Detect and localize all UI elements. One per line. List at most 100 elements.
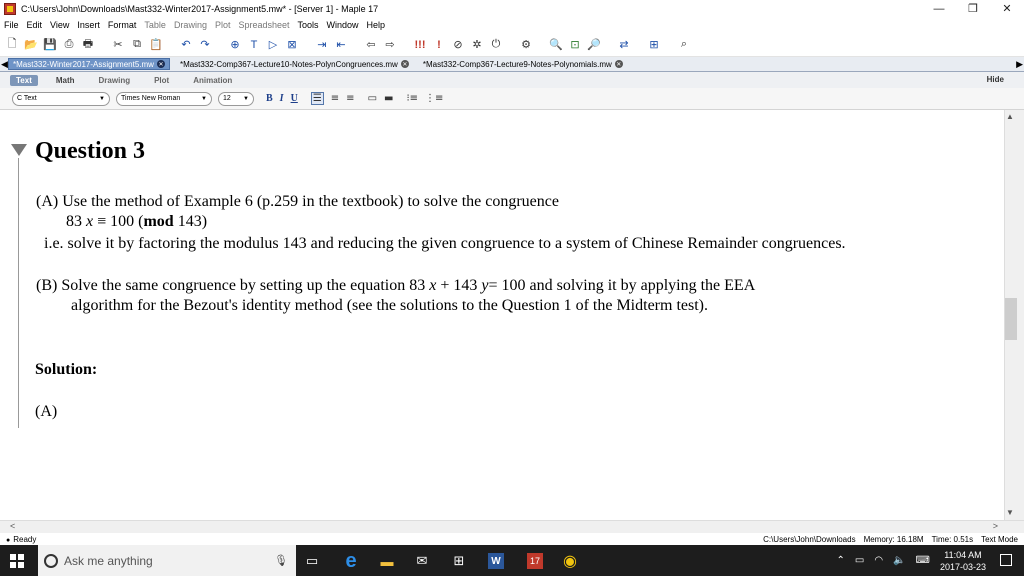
menu-drawing[interactable]: Drawing xyxy=(174,20,207,30)
zoom-100-icon[interactable]: ⊡ xyxy=(567,37,583,53)
close-tab-icon[interactable]: ✕ xyxy=(614,60,623,68)
close-tab-icon[interactable]: ✕ xyxy=(156,60,165,68)
menu-insert[interactable]: Insert xyxy=(77,20,100,30)
style-dropdown[interactable]: C Text ▼ xyxy=(12,91,110,106)
zoom-in-icon[interactable]: 🔍 xyxy=(548,37,564,53)
chevron-up-icon[interactable]: ⌃ xyxy=(836,555,844,566)
menu-spreadsheet[interactable]: Spreadsheet xyxy=(238,20,289,30)
file-explorer-icon[interactable]: ▬ xyxy=(379,553,395,569)
zoom-out-icon[interactable]: 🔎 xyxy=(586,37,602,53)
execute-all-icon[interactable]: !!! xyxy=(412,37,428,53)
close-tab-icon[interactable]: ✕ xyxy=(400,60,409,68)
battery-icon[interactable]: ▭ xyxy=(855,555,864,566)
text-color-icon[interactable]: ▬ xyxy=(384,93,393,104)
horizontal-scrollbar[interactable]: < > xyxy=(0,520,1024,533)
minimize-button[interactable]: — xyxy=(922,0,956,17)
tabs-scroll-left-icon[interactable]: ◀ xyxy=(1,59,8,70)
italic-button[interactable]: I xyxy=(280,93,284,104)
tab-animation[interactable]: Animation xyxy=(193,76,232,85)
menu-format[interactable]: Format xyxy=(108,20,137,30)
doc-tab-assignment5[interactable]: *Mast332-Winter2017-Assignment5.mw ✕ xyxy=(8,58,170,70)
cut-icon[interactable]: ✂ xyxy=(110,37,126,53)
hide-toolbar-button[interactable]: Hide xyxy=(987,75,1004,84)
insert-prompt-icon[interactable]: ▷ xyxy=(265,37,281,53)
connect-icon[interactable]: ⇄ xyxy=(616,37,632,53)
part-b-text[interactable]: (B) Solve the same congruence by setting… xyxy=(36,277,755,295)
redo-icon[interactable]: ↷ xyxy=(197,37,213,53)
print-preview-icon[interactable]: ⎙ xyxy=(61,37,77,53)
underline-button[interactable]: U xyxy=(291,93,298,104)
scroll-left-icon[interactable]: < xyxy=(10,521,15,531)
restart-icon[interactable]: ⏻ xyxy=(488,37,504,53)
stop-icon[interactable]: ⊘ xyxy=(450,37,466,53)
task-view-icon[interactable]: ▭ xyxy=(304,553,320,569)
microphone-icon[interactable]: 🎙 xyxy=(274,554,288,567)
insert-table-icon[interactable]: ⊠ xyxy=(284,37,300,53)
mail-icon[interactable]: ✉ xyxy=(414,553,430,569)
windows-start-icon[interactable] xyxy=(10,554,24,568)
highlight-color-icon[interactable]: ▭ xyxy=(368,93,377,104)
chrome-icon[interactable]: ◉ xyxy=(562,553,578,570)
align-right-icon[interactable]: ≡ xyxy=(346,93,354,104)
close-button[interactable]: ✕ xyxy=(990,0,1024,17)
restore-button[interactable]: ❐ xyxy=(956,0,990,17)
keyboard-icon[interactable]: ⌨ xyxy=(916,555,930,566)
print-icon[interactable]: 🖶 xyxy=(80,37,96,53)
scroll-down-icon[interactable]: ▼ xyxy=(1006,508,1014,517)
word-icon[interactable]: W xyxy=(488,553,504,569)
undo-icon[interactable]: ↶ xyxy=(178,37,194,53)
menu-plot[interactable]: Plot xyxy=(215,20,231,30)
congruence-math[interactable]: 83 x ≡ 100 (mod 143) xyxy=(66,213,207,231)
font-size-dropdown[interactable]: 12 ▼ xyxy=(218,91,254,106)
menu-window[interactable]: Window xyxy=(327,20,359,30)
store-icon[interactable]: ⊞ xyxy=(451,553,467,569)
bold-button[interactable]: B xyxy=(266,93,273,104)
open-folder-icon[interactable]: 📂 xyxy=(23,37,39,53)
tab-drawing[interactable]: Drawing xyxy=(99,76,131,85)
wifi-icon[interactable]: ◠ xyxy=(874,555,883,566)
notification-center-icon[interactable] xyxy=(1000,554,1012,566)
solution-part-a[interactable]: (A) xyxy=(35,403,57,421)
insert-math-icon[interactable]: ⊕ xyxy=(227,37,243,53)
doc-tab-lecture9[interactable]: *Mast332-Comp367-Lecture9-Notes-Polynomi… xyxy=(419,58,627,70)
expand-document-icon[interactable]: ⊞ xyxy=(646,37,662,53)
insert-text-icon[interactable]: T xyxy=(246,37,262,53)
bullet-list-icon[interactable]: ⁝≡ xyxy=(406,93,418,104)
menu-tools[interactable]: Tools xyxy=(298,20,319,30)
section-heading[interactable]: Question 3 xyxy=(35,138,145,165)
align-center-icon[interactable]: ≡ xyxy=(331,93,339,104)
indent-icon[interactable]: ⇥ xyxy=(314,37,330,53)
settings-gear-icon[interactable]: ⚙ xyxy=(518,37,534,53)
new-document-icon[interactable]: 🗋 xyxy=(4,37,20,53)
font-dropdown[interactable]: Times New Roman ▼ xyxy=(116,91,212,106)
align-left-icon[interactable]: ☰ xyxy=(310,92,324,105)
menu-help[interactable]: Help xyxy=(367,20,386,30)
document-canvas[interactable] xyxy=(0,110,1005,520)
part-b-line2[interactable]: algorithm for the Bezout's identity meth… xyxy=(71,297,708,315)
scroll-up-icon[interactable]: ▲ xyxy=(1006,112,1014,121)
back-arrow-icon[interactable]: ⇦ xyxy=(363,37,379,53)
numbered-list-icon[interactable]: ⋮≡ xyxy=(425,93,443,104)
part-a-explanation[interactable]: i.e. solve it by factoring the modulus 1… xyxy=(44,235,846,253)
scroll-right-icon[interactable]: > xyxy=(993,521,998,531)
debug-icon[interactable]: ✲ xyxy=(469,37,485,53)
volume-icon[interactable]: 🔈 xyxy=(893,555,905,566)
paste-icon[interactable]: 📋 xyxy=(148,37,164,53)
section-collapse-icon[interactable] xyxy=(11,144,27,156)
outdent-icon[interactable]: ⇤ xyxy=(333,37,349,53)
tabs-scroll-right-icon[interactable]: ▶ xyxy=(1016,59,1023,70)
edge-browser-icon[interactable]: e xyxy=(343,550,359,572)
tab-text[interactable]: Text xyxy=(10,74,38,86)
solution-heading[interactable]: Solution: xyxy=(35,361,97,379)
menu-edit[interactable]: Edit xyxy=(27,20,43,30)
doc-tab-lecture10[interactable]: *Mast332-Comp367-Lecture10-Notes-PolynCo… xyxy=(176,58,413,70)
tab-plot[interactable]: Plot xyxy=(154,76,169,85)
part-a-text[interactable]: (A) Use the method of Example 6 (p.259 i… xyxy=(36,193,559,211)
save-icon[interactable]: 💾 xyxy=(42,37,58,53)
menu-file[interactable]: File xyxy=(4,20,19,30)
cortana-search-box[interactable]: Ask me anything 🎙 xyxy=(38,545,296,576)
menu-view[interactable]: View xyxy=(50,20,69,30)
vertical-scroll-thumb[interactable] xyxy=(1005,298,1017,340)
forward-arrow-icon[interactable]: ⇨ xyxy=(382,37,398,53)
help-search-icon[interactable]: ⌕ xyxy=(676,37,692,53)
